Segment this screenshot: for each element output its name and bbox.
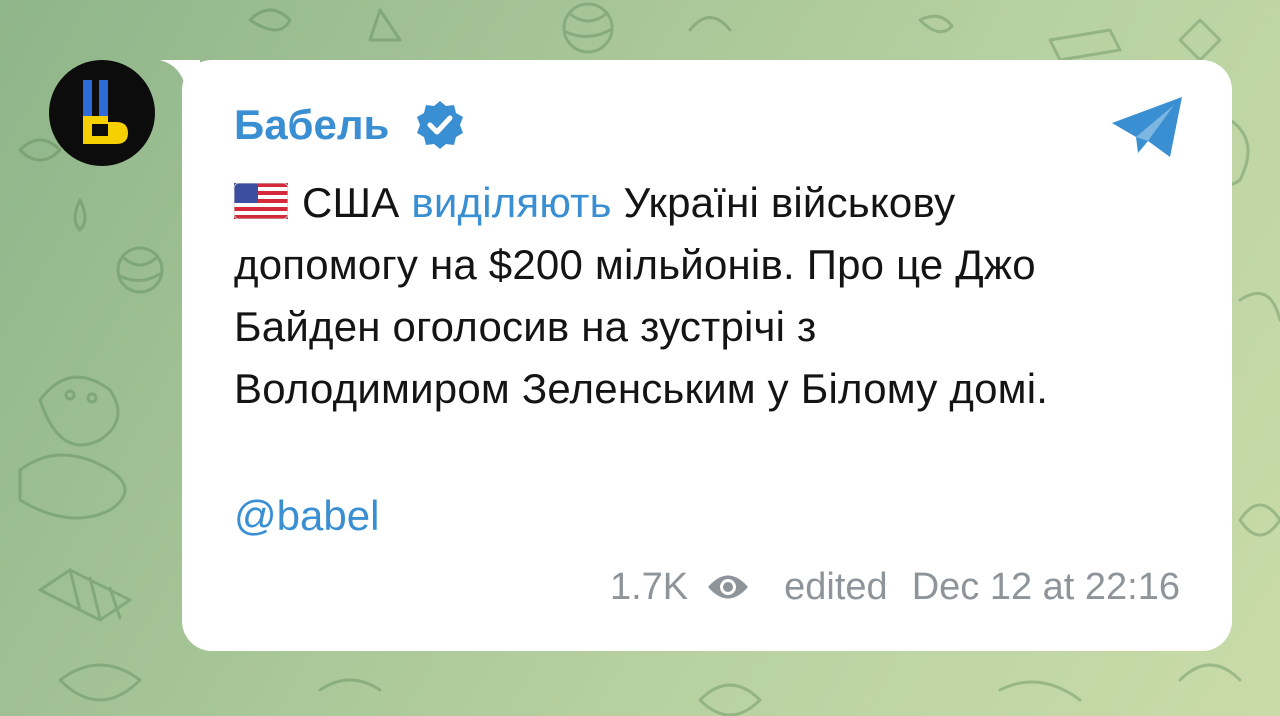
message-line: США виділяють Україні військову	[234, 172, 1194, 234]
message-line: Володимиром Зеленським у Білому домі.	[234, 365, 1049, 412]
message-text-segment: Україні військову	[611, 179, 956, 226]
view-count: 1.7K	[609, 565, 689, 608]
message-bubble[interactable]: Бабель США виділяють Україні військову д…	[182, 60, 1232, 651]
channel-name[interactable]: Бабель	[234, 100, 389, 150]
message-meta: 1.7K edited Dec 12 at 22:16	[610, 565, 1180, 609]
babel-logo-icon	[83, 80, 128, 144]
channel-avatar[interactable]	[49, 60, 155, 166]
eye-icon	[708, 575, 749, 599]
channel-mention-link[interactable]: @babel	[234, 485, 379, 547]
telegram-share-icon[interactable]	[1108, 93, 1186, 161]
message-header: Бабель	[234, 100, 467, 150]
message-line: Байден оголосив на зустрічі з	[234, 303, 817, 350]
message-link[interactable]: виділяють	[411, 179, 611, 226]
message-text: США виділяють Україні військову допомогу…	[234, 172, 1194, 420]
message-text-segment: США	[302, 179, 412, 226]
edited-label: edited	[784, 565, 888, 608]
message-timestamp: Dec 12 at 22:16	[911, 565, 1180, 608]
us-flag-icon	[234, 183, 288, 219]
verified-badge-icon	[417, 101, 464, 149]
message-line: допомогу на $200 мільйонів. Про це Джо	[234, 241, 1036, 288]
